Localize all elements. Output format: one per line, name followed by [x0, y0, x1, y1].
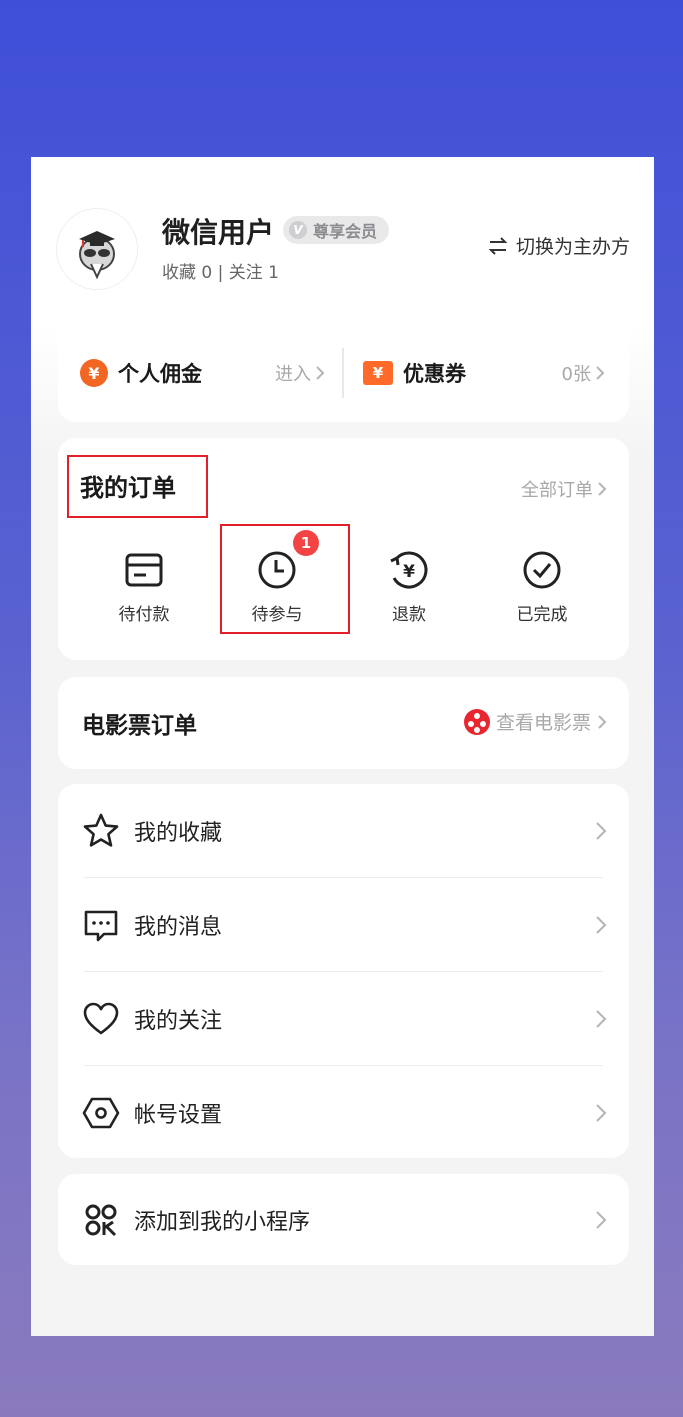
menu-item-label: 我的消息: [134, 914, 223, 940]
commission-action: 进入: [275, 360, 325, 386]
coupon-entry[interactable]: ¥ 优惠券 0张: [363, 324, 605, 422]
vip-badge: V 尊享会员: [283, 216, 390, 244]
chevron-right-icon: [596, 821, 607, 840]
profile-stats[interactable]: 收藏 0 | 关注 1: [162, 258, 279, 283]
order-refund[interactable]: ¥ 退款: [354, 548, 464, 625]
menu-item-following[interactable]: 我的关注: [58, 972, 629, 1065]
mini-program-label: 添加到我的小程序: [134, 1209, 311, 1235]
swap-arrows-icon: [488, 236, 508, 255]
divider: [342, 348, 344, 398]
coupon-ticket-icon: ¥: [363, 361, 393, 385]
chevron-right-icon: [598, 482, 607, 496]
check-circle-icon: [523, 551, 561, 589]
commission-label: 个人佣金: [118, 362, 202, 386]
add-mini-program-card[interactable]: 添加到我的小程序: [58, 1174, 629, 1265]
chevron-right-icon: [596, 1103, 607, 1122]
all-orders-label: 全部订单: [521, 480, 593, 501]
commission-action-text: 进入: [275, 364, 311, 385]
highlight-box: [220, 524, 350, 634]
switch-to-organizer-button[interactable]: 切换为主办方: [488, 232, 630, 259]
coupon-label: 优惠券: [403, 362, 466, 386]
menu-item-account-settings[interactable]: 帐号设置: [58, 1066, 629, 1159]
star-icon: [83, 813, 119, 847]
view-movie-tickets-link[interactable]: 查看电影票: [463, 708, 607, 735]
settings-icon: [82, 1097, 120, 1128]
chevron-right-icon: [596, 1210, 607, 1229]
menu-item-favorites[interactable]: 我的收藏: [58, 784, 629, 877]
movie-orders-title: 电影票订单: [82, 713, 197, 739]
mini-program-icon: [85, 1204, 117, 1236]
yen-symbol: ¥: [403, 562, 415, 582]
graduate-panda-avatar-icon: [57, 209, 137, 289]
heart-icon: [83, 1002, 119, 1034]
vip-label: 尊享会员: [313, 222, 378, 241]
chevron-right-icon: [316, 366, 325, 380]
chevron-right-icon: [596, 915, 607, 934]
switch-label: 切换为主办方: [515, 236, 630, 258]
highlight-box: [67, 455, 208, 518]
add-mini-program-row[interactable]: 添加到我的小程序: [58, 1174, 629, 1265]
coupon-action: 0张: [562, 360, 605, 386]
movie-orders-card[interactable]: 电影票订单 查看电影票: [58, 677, 629, 769]
menu-item-label: 帐号设置: [134, 1102, 223, 1128]
menu-item-messages[interactable]: 我的消息: [58, 878, 629, 971]
commission-entry[interactable]: ¥ 个人佣金 进入: [80, 324, 325, 422]
coupon-count: 0张: [561, 364, 591, 385]
refund-icon: ¥: [390, 551, 428, 589]
username: 微信用户: [162, 216, 275, 249]
film-reel-icon: [463, 708, 490, 735]
all-orders-link[interactable]: 全部订单: [521, 476, 607, 502]
avatar[interactable]: [57, 209, 137, 289]
view-movie-tickets-label: 查看电影票: [495, 712, 591, 734]
order-label: 退款: [392, 605, 426, 625]
order-label: 已完成: [516, 605, 568, 625]
orders-card: 我的订单 全部订单 待付款 1 待参与 ¥ 退款 已完成: [58, 438, 629, 660]
order-completed[interactable]: 已完成: [487, 548, 597, 625]
order-pending-payment[interactable]: 待付款: [89, 548, 199, 625]
vip-v-icon: V: [289, 221, 307, 239]
message-icon: [84, 910, 118, 941]
chevron-right-icon: [596, 1009, 607, 1028]
card-icon: [125, 553, 163, 587]
chevron-right-icon: [596, 366, 605, 380]
chevron-right-icon: [598, 714, 607, 729]
menu-item-label: 我的收藏: [134, 820, 223, 846]
wallet-card: ¥ 个人佣金 进入 ¥ 优惠券 0张: [58, 324, 629, 422]
profile-page: 微信用户 V 尊享会员 收藏 0 | 关注 1 切换为主办方 ¥ 个人佣金 进入…: [31, 157, 654, 1336]
order-label: 待付款: [118, 605, 170, 625]
coin-icon: ¥: [80, 359, 108, 387]
menu-list: 我的收藏 我的消息 我的关注 帐号设置: [58, 784, 629, 1158]
menu-item-label: 我的关注: [134, 1008, 223, 1034]
